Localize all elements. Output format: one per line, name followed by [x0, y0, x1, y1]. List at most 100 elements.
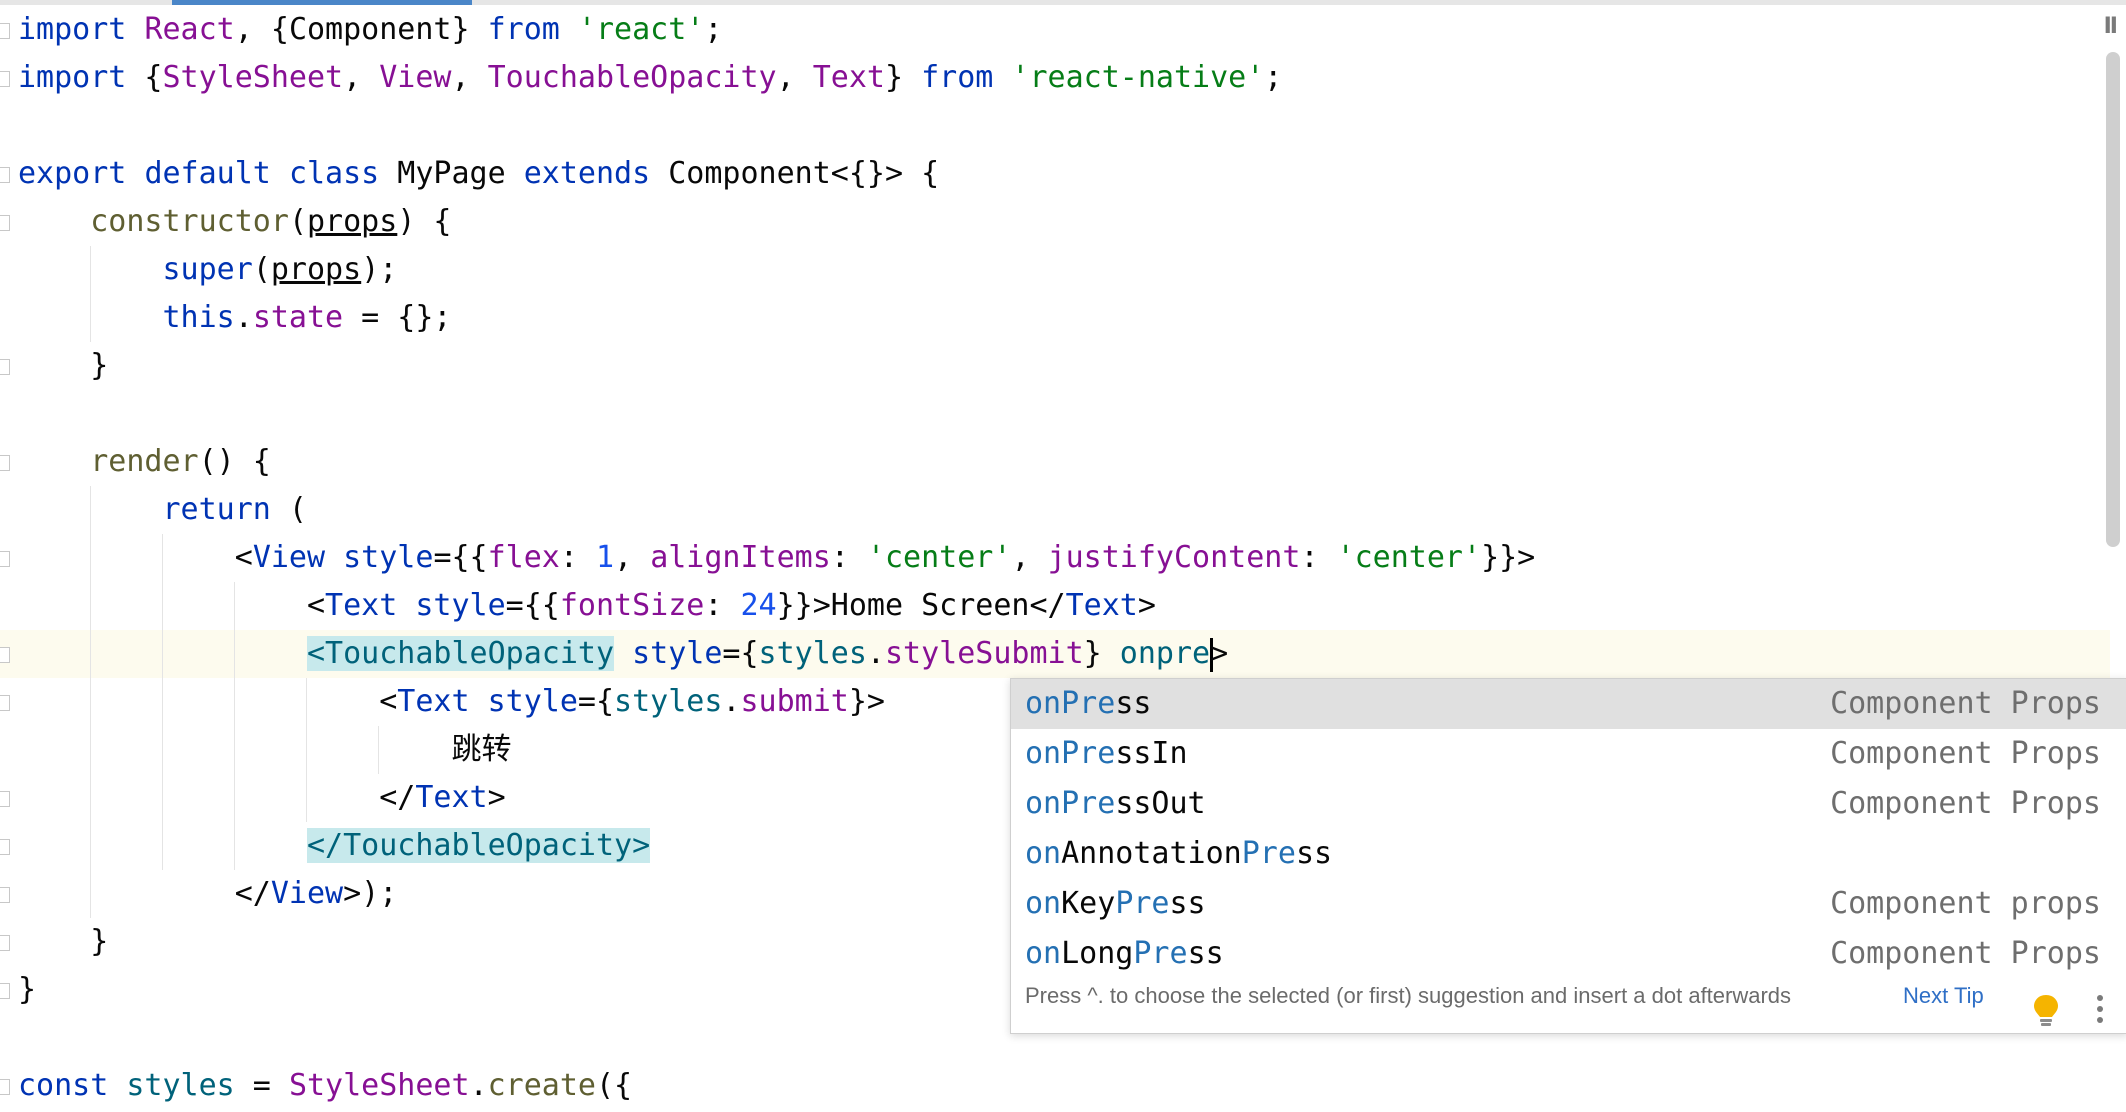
completion-item[interactable]: onPress Component Props [1011, 679, 2126, 729]
code-token: : [704, 588, 741, 623]
next-tip-link[interactable]: Next Tip [1903, 983, 1984, 1009]
fold-marker-icon[interactable] [0, 839, 10, 855]
fold-marker-icon[interactable] [0, 551, 10, 567]
code-token: Text [397, 684, 470, 719]
completion-item-type: Component Props [1830, 686, 2101, 721]
completion-item-name: onKeyPress [1025, 879, 1206, 929]
code-line[interactable] [0, 102, 2110, 150]
code-line-current[interactable]: <TouchableOpacity style={styles.styleSub… [0, 630, 2110, 678]
code-token: = [234, 1068, 289, 1103]
fold-marker-icon[interactable] [0, 983, 10, 999]
code-line-text: super(props); [18, 246, 398, 294]
completion-name-part: on [1025, 836, 1062, 871]
code-token: props [307, 204, 398, 239]
fold-marker-icon[interactable] [0, 791, 10, 807]
code-token: MyPage [379, 156, 524, 191]
completion-item[interactable]: onLongPress Component Props [1011, 929, 2126, 979]
code-token: : [830, 540, 867, 575]
code-token: style [343, 540, 434, 575]
code-token: . [866, 636, 885, 671]
code-token: this [162, 300, 235, 335]
code-line[interactable]: this.state = {}; [0, 294, 2110, 342]
code-token: Component [288, 12, 452, 47]
code-token: ; [1264, 60, 1283, 95]
code-token: ={{ [505, 588, 560, 623]
code-token: export [18, 156, 127, 191]
fold-marker-icon[interactable] [0, 647, 10, 663]
code-line[interactable]: } [0, 342, 2110, 390]
code-line-text: </View>); [18, 870, 398, 918]
completion-name-part: Pre [1115, 886, 1170, 921]
completion-name-part: Key [1061, 886, 1116, 921]
fold-marker-icon[interactable] [0, 695, 10, 711]
code-line[interactable]: <Text style={{fontSize: 24}}>Home Screen… [0, 582, 2110, 630]
indent-guide [90, 246, 91, 342]
code-line[interactable]: render() { [0, 438, 2110, 486]
code-line-text: 跳转 [18, 726, 511, 774]
code-token: } [18, 924, 109, 959]
completion-item-type: Component props [1830, 886, 2101, 921]
completion-item[interactable]: onKeyPress Component props [1011, 879, 2126, 929]
code-token: ( [288, 204, 307, 239]
code-token: props [270, 252, 362, 287]
code-token: TouchableOpacity [487, 60, 777, 95]
code-token: submit [740, 684, 849, 719]
completion-item[interactable]: onPressOut Component Props [1011, 779, 2126, 829]
code-token: Text [325, 588, 398, 623]
completion-item[interactable]: onPressIn Component Props [1011, 729, 2126, 779]
completion-item[interactable]: onAnnotationPress [1011, 829, 2126, 879]
code-token: View [252, 540, 326, 575]
code-token: < [18, 684, 398, 719]
code-line[interactable]: export default class MyPage extends Comp… [0, 150, 2110, 198]
code-token: View [379, 60, 452, 95]
code-line[interactable]: const styles = StyleSheet.create({ [0, 1062, 2110, 1110]
code-line-text: import {StyleSheet, View, TouchableOpaci… [18, 54, 1282, 102]
code-line[interactable]: <View style={{flex: 1, alignItems: 'cent… [0, 534, 2110, 582]
fold-marker-icon[interactable] [0, 887, 10, 903]
code-token: create [487, 1068, 596, 1103]
code-token: > [487, 780, 506, 815]
fold-marker-icon[interactable] [0, 167, 10, 183]
fold-marker-icon[interactable] [0, 359, 10, 375]
code-line[interactable]: super(props); [0, 246, 2110, 294]
code-token: 24 [740, 588, 777, 623]
code-token: Text [812, 60, 885, 95]
fold-marker-icon[interactable] [0, 215, 10, 231]
code-token: styles [758, 636, 867, 671]
code-token: >); [343, 876, 398, 911]
code-token: import [18, 12, 127, 47]
code-line-text: } [18, 966, 36, 1014]
code-line[interactable]: constructor(props) { [0, 198, 2110, 246]
code-token: Text [415, 780, 488, 815]
completion-name-part: onPre [1025, 786, 1116, 821]
code-line[interactable]: import React, {Component} from 'react'; [0, 6, 2110, 54]
code-line[interactable]: import {StyleSheet, View, TouchableOpaci… [0, 54, 2110, 102]
code-line[interactable] [0, 390, 2110, 438]
lightbulb-icon[interactable] [2033, 994, 2059, 1028]
code-token: > [1210, 636, 1229, 671]
fold-marker-icon[interactable] [0, 455, 10, 471]
completion-item-name: onLongPress [1025, 929, 1224, 979]
code-line-text: </Text> [18, 774, 506, 822]
code-token: }> [848, 684, 885, 719]
code-token: from [487, 12, 560, 47]
fold-marker-icon[interactable] [0, 23, 10, 39]
more-vertical-icon[interactable] [2093, 995, 2107, 1025]
code-line[interactable]: return ( [0, 486, 2110, 534]
editor-tab-strip [0, 0, 2126, 5]
code-token: React [144, 12, 235, 47]
code-line-text: </TouchableOpacity> [18, 822, 651, 870]
fold-marker-icon[interactable] [0, 71, 10, 87]
code-token: View [270, 876, 344, 911]
code-token: = {}; [343, 300, 452, 335]
fold-marker-icon[interactable] [0, 1079, 10, 1095]
fold-marker-icon[interactable] [0, 935, 10, 951]
completion-name-part: Pre [1241, 836, 1296, 871]
code-token: ) { [397, 204, 452, 239]
active-tab-indicator[interactable] [172, 0, 472, 5]
